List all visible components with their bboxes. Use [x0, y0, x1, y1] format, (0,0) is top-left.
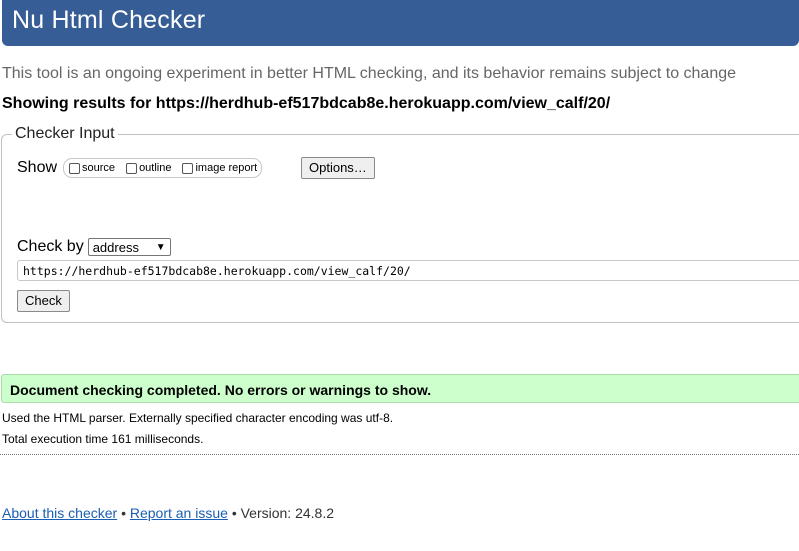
app-header: Nu Html Checker [2, 0, 799, 46]
about-link[interactable]: About this checker [2, 505, 117, 521]
check-by-row: Check by address ▼ [17, 238, 171, 256]
checker-input-legend: Checker Input [15, 125, 115, 142]
execution-time: Total execution time 161 milliseconds. [2, 432, 204, 446]
checker-input-fieldset: Checker Input [1, 125, 799, 323]
success-message: Document checking completed. No errors o… [1, 374, 799, 403]
results-url-heading: Showing results for https://herdhub-ef51… [2, 95, 611, 112]
outline-checkbox[interactable] [126, 162, 138, 174]
divider [0, 454, 799, 455]
source-option[interactable]: source [66, 162, 115, 174]
outline-option[interactable]: outline [123, 162, 171, 174]
options-button[interactable]: Options… [301, 157, 375, 179]
footer: About this checker • Report an issue • V… [2, 505, 334, 521]
tagline: This tool is an ongoing experiment in be… [2, 65, 737, 82]
check-by-label: Check by [17, 238, 84, 255]
image-report-option[interactable]: image report [179, 162, 257, 174]
version-text: • Version: 24.8.2 [231, 505, 335, 521]
parser-info: Used the HTML parser. Externally specifi… [2, 411, 394, 425]
outline-label: outline [139, 162, 172, 174]
image-report-checkbox[interactable] [182, 162, 194, 174]
source-label: source [82, 162, 116, 174]
check-button[interactable]: Check [17, 290, 70, 312]
check-by-select[interactable]: address ▼ [87, 238, 171, 256]
report-issue-link[interactable]: Report an issue [130, 505, 228, 521]
show-label: Show [17, 159, 58, 176]
show-options-group: source outline image report [63, 158, 263, 178]
footer-separator: • [121, 505, 126, 521]
url-input[interactable]: https://herdhub-ef517bdcab8e.herokuapp.c… [17, 260, 799, 281]
image-report-label: image report [195, 162, 258, 174]
source-checkbox[interactable] [69, 162, 81, 174]
show-options-row: Show source outline image report [17, 158, 263, 178]
page-title: Nu Html Checker [12, 6, 206, 34]
check-by-value: address [92, 239, 139, 255]
chevron-down-icon: ▼ [155, 241, 166, 253]
